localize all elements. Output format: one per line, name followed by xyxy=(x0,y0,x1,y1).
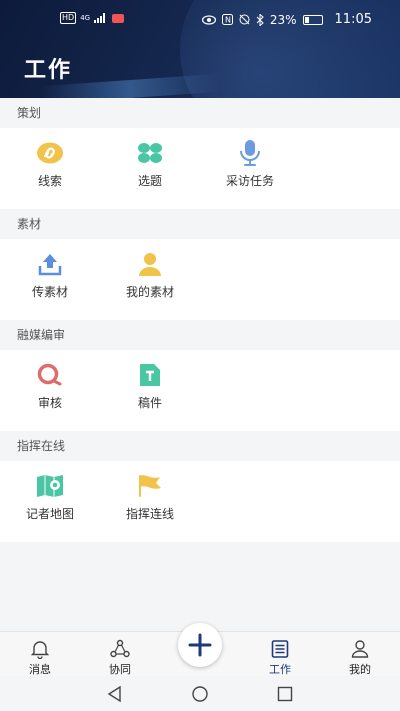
status-left: HD 4G xyxy=(60,12,125,24)
recents-icon[interactable] xyxy=(275,684,295,704)
item-manuscript[interactable]: 稿件 xyxy=(100,350,200,431)
item-interview-task[interactable]: 采访任务 xyxy=(200,128,300,209)
item-reporter-map[interactable]: 记者地图 xyxy=(0,461,100,542)
status-right: N 23% 11:05 xyxy=(201,12,372,27)
section-header-review: 融媒编审 xyxy=(0,320,400,350)
section-planning: 线索 选题 采访任务 xyxy=(0,128,400,209)
review-search-icon xyxy=(35,360,65,390)
list-icon xyxy=(271,640,289,658)
tab-messages[interactable]: 消息 xyxy=(0,632,80,677)
tab-profile[interactable]: 我的 xyxy=(320,632,400,677)
item-label: 稿件 xyxy=(137,396,162,410)
bluetooth-icon xyxy=(256,13,264,26)
item-label: 指挥连线 xyxy=(125,507,174,521)
tab-collaborate[interactable]: 协同 xyxy=(80,632,160,677)
section-command: 记者地图 指挥连线 xyxy=(0,461,400,542)
item-label: 我的素材 xyxy=(125,285,174,299)
clock: 11:05 xyxy=(334,12,372,27)
flag-icon xyxy=(135,471,165,501)
section-header-planning: 策划 xyxy=(0,98,400,128)
item-label: 线索 xyxy=(37,174,62,188)
item-label: 采访任务 xyxy=(225,174,274,188)
link-icon xyxy=(35,138,65,168)
work-screen: HD 4G N 23% 11:05 工作 策划 线索 选题 采访任务 素材 传素… xyxy=(0,0,400,711)
nfc-icon: N xyxy=(221,14,233,25)
app-notification-icon xyxy=(112,13,125,23)
item-upload-material[interactable]: 传素材 xyxy=(0,239,100,320)
item-label: 审核 xyxy=(37,396,62,410)
tab-label: 协同 xyxy=(109,663,131,676)
item-my-materials[interactable]: 我的素材 xyxy=(100,239,200,320)
item-label: 传素材 xyxy=(31,285,68,299)
back-icon[interactable] xyxy=(105,684,125,704)
section-review: 审核 稿件 xyxy=(0,350,400,431)
signal-icon xyxy=(94,13,106,23)
tab-label: 消息 xyxy=(29,663,51,676)
tab-label: 工作 xyxy=(269,663,291,676)
item-command-link[interactable]: 指挥连线 xyxy=(100,461,200,542)
alarm-off-icon xyxy=(239,14,250,25)
home-icon[interactable] xyxy=(190,684,210,704)
bell-icon xyxy=(30,641,50,659)
item-topic[interactable]: 选题 xyxy=(100,128,200,209)
svg-text:N: N xyxy=(225,16,231,25)
profile-icon xyxy=(351,640,369,658)
plus-icon xyxy=(188,633,212,657)
battery-icon xyxy=(302,14,323,25)
section-header-materials: 素材 xyxy=(0,209,400,239)
system-nav-bar xyxy=(0,676,400,711)
microphone-icon xyxy=(235,138,265,168)
item-audit[interactable]: 审核 xyxy=(0,350,100,431)
eye-icon xyxy=(201,14,216,25)
create-button[interactable] xyxy=(178,623,222,667)
hd-indicator: HD xyxy=(60,12,77,24)
section-header-command: 指挥在线 xyxy=(0,431,400,461)
battery-percent: 23% xyxy=(269,12,297,27)
tab-label: 我的 xyxy=(349,663,371,676)
upload-icon xyxy=(35,249,65,279)
clover-icon xyxy=(135,138,165,168)
item-label: 记者地图 xyxy=(25,507,74,521)
status-bar: HD 4G N 23% 11:05 xyxy=(0,8,400,32)
header: HD 4G N 23% 11:05 工作 xyxy=(0,0,400,98)
user-icon xyxy=(135,249,165,279)
item-clue[interactable]: 线索 xyxy=(0,128,100,209)
section-materials: 传素材 我的素材 xyxy=(0,239,400,320)
collaborate-icon xyxy=(110,639,130,658)
network-type: 4G xyxy=(80,14,91,22)
tab-work[interactable]: 工作 xyxy=(240,632,320,677)
page-title: 工作 xyxy=(24,58,73,83)
item-label: 选题 xyxy=(137,174,162,188)
document-text-icon xyxy=(135,360,165,390)
map-pin-icon xyxy=(35,471,65,501)
